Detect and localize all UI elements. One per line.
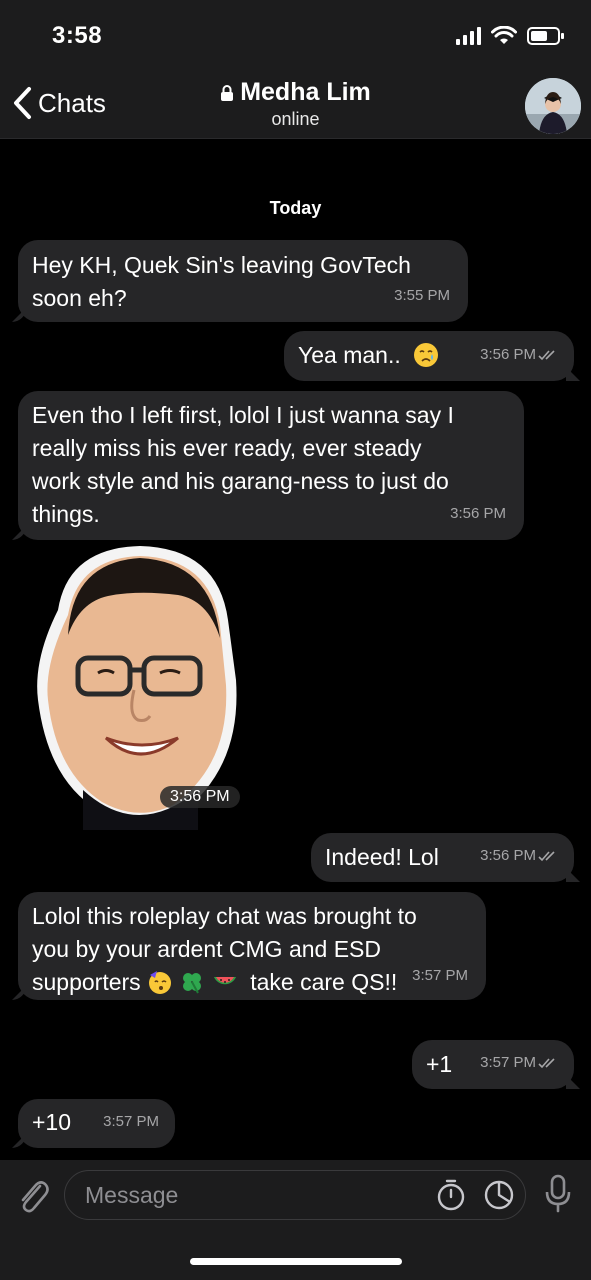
message-time: 3:57 PM	[480, 1046, 560, 1079]
message-text: +10	[32, 1109, 72, 1135]
message-bubble-incoming[interactable]: Hey KH, Quek Sin's leaving GovTech soon …	[12, 240, 468, 322]
message-placeholder: Message	[85, 1182, 179, 1208]
message-bubble-outgoing[interactable]: +1 3:57 PM	[412, 1040, 580, 1089]
timer-icon[interactable]	[435, 1178, 467, 1212]
message-text-line: really miss his ever ready, ever steady	[32, 435, 422, 461]
home-indicator	[190, 1258, 402, 1265]
read-ticks-icon	[538, 1058, 555, 1069]
message-bubble-incoming[interactable]: Even tho I left first, lolol I just wann…	[12, 391, 524, 540]
signal-icon	[456, 27, 481, 45]
contact-name-row[interactable]: Medha Lim	[220, 78, 371, 107]
message-time: 3:55 PM	[394, 287, 450, 304]
message-time: 3:57 PM	[103, 1113, 159, 1130]
read-ticks-icon	[538, 350, 555, 361]
read-ticks-icon	[538, 851, 555, 862]
chevron-left-icon	[14, 87, 31, 119]
back-label: Chats	[38, 87, 106, 118]
wifi-icon	[491, 26, 517, 44]
crying-face-emoji-icon	[414, 343, 439, 367]
sticker-icon[interactable]	[483, 1179, 515, 1211]
lock-icon	[221, 84, 234, 101]
message-bubble-incoming[interactable]: +10 3:57 PM	[12, 1099, 175, 1148]
message-text-line: Even tho I left first, lolol I just wann…	[32, 402, 454, 428]
message-bubble-outgoing[interactable]: Indeed! Lol 3:56 PM	[311, 833, 580, 882]
contact-name: Medha Lim	[240, 78, 371, 106]
message-text-line: things.	[32, 501, 100, 527]
message-time: 3:56 PM	[450, 505, 506, 522]
status-icons	[456, 26, 565, 46]
message-time: 3:56 PM	[480, 338, 560, 371]
status-bar: 3:58	[0, 0, 591, 74]
message-time: 3:57 PM	[412, 967, 468, 984]
message-text-line: you by your ardent CMG and ESD	[32, 936, 381, 962]
back-button[interactable]: Chats	[12, 86, 106, 120]
message-text-line: soon eh?	[32, 285, 127, 311]
paperclip-icon[interactable]	[14, 1176, 50, 1216]
watermelon-emoji-icon	[213, 977, 236, 985]
message-bubble-outgoing[interactable]: Yea man.. 3:56 PM	[284, 331, 580, 381]
partying-face-emoji-icon	[149, 971, 172, 994]
message-text-line: Lolol this roleplay chat was brought to	[32, 903, 417, 929]
avatar[interactable]	[525, 78, 581, 134]
message-text-line: Hey KH, Quek Sin's leaving GovTech	[32, 252, 411, 278]
chat-header: Chats Medha Lim online	[0, 74, 591, 139]
date-separator: Today	[269, 198, 322, 218]
message-text: +1	[426, 1051, 453, 1077]
message-text-line: work style and his garang-ness to just d…	[32, 468, 449, 494]
battery-icon	[527, 27, 564, 45]
status-time: 3:58	[52, 22, 103, 49]
sticker-time: 3:56 PM	[160, 786, 240, 808]
message-time: 3:56 PM	[480, 839, 560, 872]
message-text: Yea man..	[298, 342, 401, 368]
message-text-line: supporters take care QS!!	[32, 969, 398, 995]
message-bubble-incoming[interactable]: Lolol this roleplay chat was brought to …	[12, 892, 486, 1000]
microphone-icon[interactable]	[543, 1174, 573, 1214]
message-text: Indeed! Lol	[325, 844, 439, 870]
message-input[interactable]: Message	[64, 1170, 526, 1220]
four-leaf-clover-emoji-icon	[183, 973, 202, 994]
